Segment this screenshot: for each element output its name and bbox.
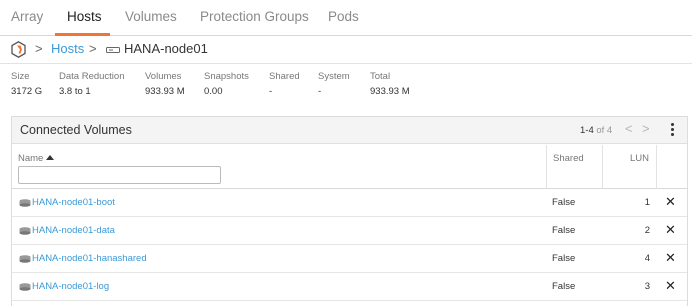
- stat-snapshots-value: 0.00: [204, 86, 223, 97]
- stat-volumes-label: Volumes: [145, 71, 182, 82]
- stat-system-value: -: [318, 86, 322, 97]
- volume-name-link[interactable]: HANA-node01-data: [32, 225, 115, 236]
- stat-snapshots-label: Snapshots: [204, 71, 249, 82]
- column-divider: [602, 145, 603, 189]
- sort-ascending-icon: [46, 155, 55, 160]
- stat-shared-label: Shared: [269, 71, 300, 82]
- table-header: Name Shared LUN: [12, 145, 687, 189]
- volume-shared: False: [552, 281, 576, 292]
- volume-name-link[interactable]: HANA-node01-log: [32, 281, 109, 292]
- tab-array[interactable]: Array: [11, 9, 43, 24]
- pure-storage-logo-icon[interactable]: [11, 41, 26, 58]
- breadcrumb-hosts-link[interactable]: Hosts: [51, 41, 84, 56]
- tab-pods[interactable]: Pods: [328, 9, 359, 24]
- panel-title: Connected Volumes: [20, 123, 132, 137]
- disconnect-volume-close-icon[interactable]: ✕: [665, 222, 676, 238]
- volume-icon: [19, 227, 31, 235]
- volume-icon: [19, 199, 31, 207]
- tab-hosts[interactable]: Hosts: [67, 9, 102, 24]
- stat-size-label: Size: [11, 71, 30, 82]
- chevron-left-icon[interactable]: <: [625, 121, 633, 136]
- volume-icon: [19, 255, 31, 263]
- table-row: HANA-node01-boot False 1 ✕: [12, 189, 687, 217]
- volume-shared: False: [552, 197, 576, 208]
- column-header-shared[interactable]: Shared: [553, 153, 584, 164]
- column-divider: [656, 145, 657, 189]
- tab-protection-groups[interactable]: Protection Groups: [200, 9, 309, 24]
- chevron-right-icon[interactable]: >: [642, 121, 650, 136]
- tab-volumes[interactable]: Volumes: [125, 9, 177, 24]
- table-row: HANA-node01-hanashared False 4 ✕: [12, 245, 687, 273]
- volume-shared: False: [552, 225, 576, 236]
- stat-volumes-value: 933.93 M: [145, 86, 185, 97]
- stat-data-reduction-label: Data Reduction: [59, 71, 125, 82]
- volume-shared: False: [552, 253, 576, 264]
- disconnect-volume-close-icon[interactable]: ✕: [665, 278, 676, 294]
- connected-volumes-panel: Connected Volumes 1-4 of 4 < > Name Shar…: [11, 116, 688, 306]
- stat-size-value: 3172 G: [11, 86, 43, 97]
- volume-icon: [19, 283, 31, 291]
- stat-data-reduction-value: 3.8 to 1: [59, 86, 91, 97]
- column-header-lun[interactable]: LUN: [630, 153, 649, 164]
- table-row: HANA-node01-log False 3 ✕: [12, 273, 687, 301]
- pager-status: 1-4 of 4: [580, 125, 612, 136]
- panel-header: Connected Volumes 1-4 of 4 < >: [12, 117, 687, 144]
- breadcrumb-current-host: HANA-node01: [124, 41, 208, 56]
- volume-lun: 1: [644, 197, 650, 208]
- stat-system-label: System: [318, 71, 350, 82]
- stat-total-label: Total: [370, 71, 391, 82]
- pager-range: 1-4: [580, 125, 594, 136]
- breadcrumb: > Hosts > HANA-node01: [0, 36, 692, 64]
- column-divider: [546, 145, 547, 189]
- host-icon: [106, 47, 120, 53]
- stat-total-value: 933.93 M: [370, 86, 410, 97]
- volume-lun: 4: [644, 253, 650, 264]
- volume-name-link[interactable]: HANA-node01-boot: [32, 197, 115, 208]
- stat-shared-value: -: [269, 86, 273, 97]
- name-filter-input[interactable]: [18, 166, 221, 184]
- pager-total: of 4: [596, 125, 613, 136]
- disconnect-volume-close-icon[interactable]: ✕: [665, 250, 676, 266]
- column-header-name[interactable]: Name: [18, 153, 55, 164]
- more-options-icon[interactable]: [669, 123, 675, 137]
- disconnect-volume-close-icon[interactable]: ✕: [665, 194, 676, 210]
- breadcrumb-separator: >: [89, 41, 97, 56]
- volume-lun: 2: [644, 225, 650, 236]
- volume-name-link[interactable]: HANA-node01-hanashared: [32, 253, 147, 264]
- volume-lun: 3: [644, 281, 650, 292]
- top-tabs: Array Hosts Volumes Protection Groups Po…: [0, 0, 692, 36]
- table-row: HANA-node01-data False 2 ✕: [12, 217, 687, 245]
- breadcrumb-separator: >: [35, 41, 43, 56]
